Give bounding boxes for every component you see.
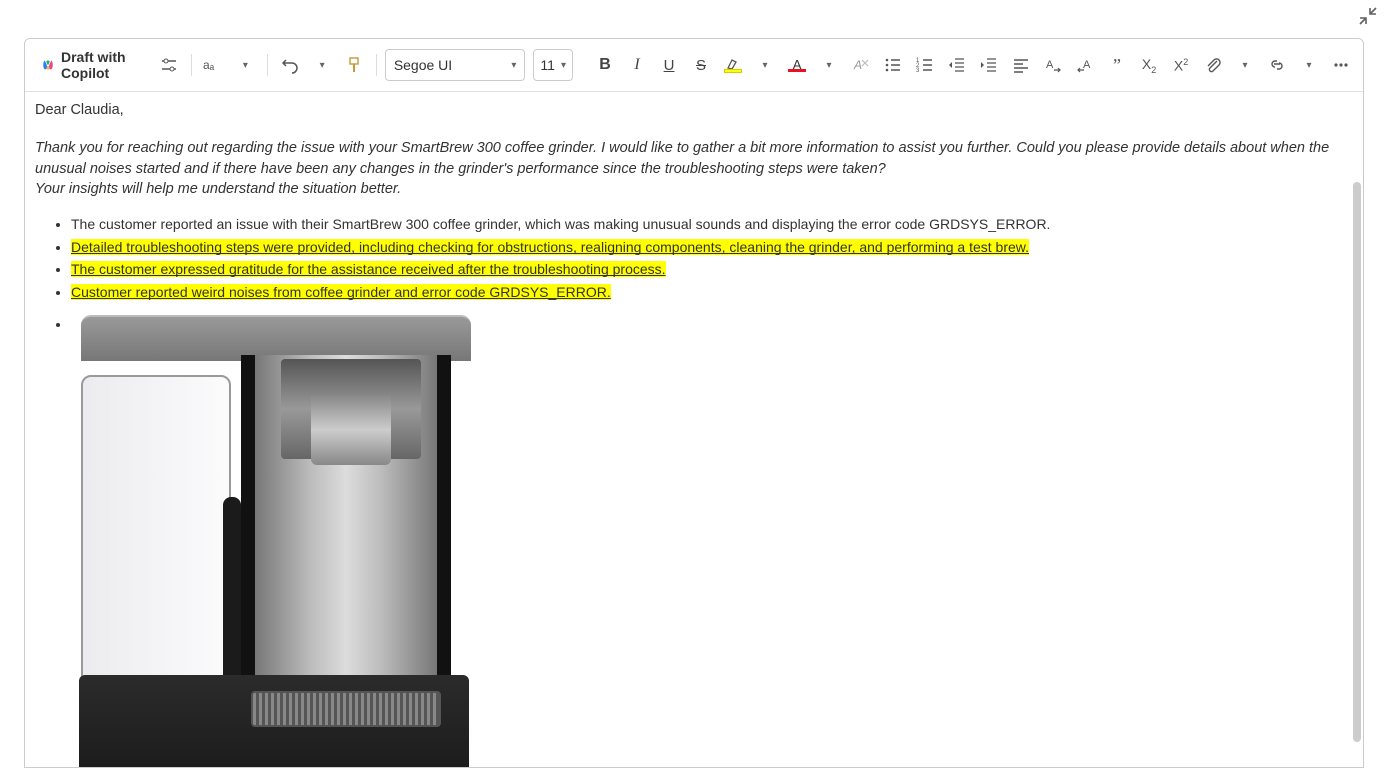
case-dropdown[interactable]: ▾ [231,50,259,80]
strikethrough-button[interactable]: S [687,50,715,80]
subscript-button[interactable]: X2 [1135,50,1163,80]
chevron-down-icon: ▾ [561,60,566,71]
email-body-scroll[interactable]: Dear Claudia, Thank you for reaching out… [25,92,1363,767]
superscript-button[interactable]: X2 [1167,50,1195,80]
font-color-dropdown[interactable]: ▾ [815,50,843,80]
bullet-text: The customer reported an issue with thei… [71,216,1050,232]
undo-button[interactable] [276,50,304,80]
copilot-label: Draft with Copilot [61,49,143,81]
chevron-down-icon: ▾ [511,60,516,71]
draft-with-copilot-button[interactable]: Draft with Copilot [33,45,151,85]
link-dropdown[interactable]: ▾ [1295,50,1323,80]
increase-indent-button[interactable] [975,50,1003,80]
font-family-value: Segoe UI [394,57,452,73]
rtl-button[interactable]: A [1071,50,1099,80]
list-item: The customer expressed gratitude for the… [71,260,1353,280]
greeting-text: Dear Claudia, [35,100,1353,120]
collapse-icon[interactable] [1358,6,1378,29]
align-button[interactable] [1007,50,1035,80]
highlight-dropdown[interactable]: ▾ [751,50,779,80]
intro-line1: Thank you for reaching out regarding the… [35,140,1329,176]
bullet-text: The customer expressed gratitude for the… [71,261,666,277]
highlight-button[interactable] [719,50,747,80]
font-size-select[interactable]: 11 ▾ [533,49,573,81]
more-options-button[interactable] [1327,50,1355,80]
intro-paragraph: Thank you for reaching out regarding the… [35,138,1353,199]
ltr-button[interactable]: A [1039,50,1067,80]
svg-text:A: A [1083,59,1091,71]
attach-button[interactable] [1199,50,1227,80]
email-editor: Draft with Copilot aₐ ▾ ▾ Segoe UI ▾ 11 … [24,38,1364,768]
svg-text:aₐ: aₐ [203,58,215,72]
decrease-indent-button[interactable] [943,50,971,80]
font-color-button[interactable]: A [783,50,811,80]
ellipsis-icon [1332,56,1350,74]
bullet-list-button[interactable] [879,50,907,80]
numbered-list-button[interactable]: 123 [911,50,939,80]
clear-formatting-button[interactable]: A [847,50,875,80]
case-button[interactable]: aₐ [199,50,227,80]
svg-text:A: A [853,58,862,72]
copilot-icon [41,55,55,75]
bullet-text: Customer reported weird noises from coff… [71,284,611,300]
list-item [71,315,1353,767]
attach-dropdown[interactable]: ▾ [1231,50,1259,80]
link-button[interactable] [1263,50,1291,80]
link-icon [1268,56,1286,74]
undo-dropdown[interactable]: ▾ [308,50,336,80]
svg-text:A: A [1046,59,1054,71]
font-size-value: 11 [540,57,555,73]
quote-button[interactable]: ” [1103,50,1131,80]
font-family-select[interactable]: Segoe UI ▾ [385,49,526,81]
underline-button[interactable]: U [655,50,683,80]
copilot-options-button[interactable] [155,50,183,80]
bullet-list: The customer reported an issue with thei… [71,215,1353,767]
product-image[interactable] [71,315,479,767]
email-body[interactable]: Dear Claudia, Thank you for reaching out… [25,92,1363,767]
intro-line2: Your insights will help me understand th… [35,181,401,197]
list-item: Detailed troubleshooting steps were prov… [71,238,1353,258]
scrollbar[interactable] [1353,182,1361,742]
bold-button[interactable]: B [591,50,619,80]
list-item: Customer reported weird noises from coff… [71,283,1353,303]
italic-button[interactable]: I [623,50,651,80]
separator [267,54,268,76]
bullet-text: Detailed troubleshooting steps were prov… [71,239,1029,255]
paperclip-icon [1204,56,1222,74]
formatting-toolbar: Draft with Copilot aₐ ▾ ▾ Segoe UI ▾ 11 … [25,39,1363,92]
svg-text:3: 3 [916,68,920,74]
separator [376,54,377,76]
separator [191,54,192,76]
list-item: The customer reported an issue with thei… [71,215,1353,235]
format-painter-button[interactable] [340,50,368,80]
